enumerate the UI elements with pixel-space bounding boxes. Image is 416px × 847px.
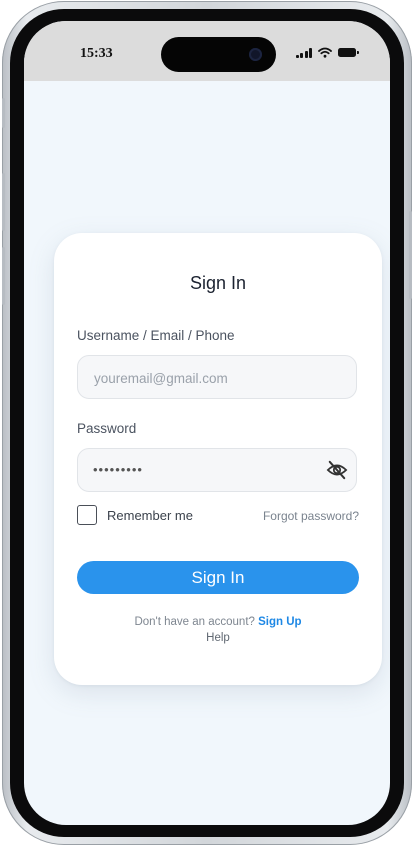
- sign-in-button[interactable]: Sign In: [77, 561, 359, 594]
- mute-switch: [2, 98, 5, 128]
- sign-up-link[interactable]: Sign Up: [258, 616, 301, 628]
- dynamic-island: [161, 37, 276, 72]
- signal-icon: [295, 47, 312, 58]
- status-bar: 15:33: [24, 21, 390, 81]
- forgot-password-link[interactable]: Forgot password?: [263, 509, 359, 523]
- help-link[interactable]: Help: [54, 632, 382, 644]
- wifi-icon: [318, 47, 332, 58]
- power-button: [409, 211, 412, 299]
- remember-row: Remember me Forgot password?: [77, 505, 359, 529]
- password-input[interactable]: •••••••••: [77, 448, 357, 492]
- password-value: •••••••••: [93, 462, 143, 477]
- remember-checkbox[interactable]: [77, 505, 97, 525]
- remember-label[interactable]: Remember me: [107, 508, 193, 523]
- battery-icon: [338, 48, 359, 57]
- login-card: Sign In Username / Email / Phone Passwor…: [54, 233, 382, 685]
- volume-up-button: [2, 173, 5, 231]
- username-input[interactable]: [92, 356, 336, 400]
- status-time: 15:33: [80, 46, 113, 61]
- card-title: Sign In: [189, 273, 247, 293]
- status-icons: [295, 47, 359, 58]
- camera-icon: [249, 48, 262, 61]
- volume-down-button: [2, 247, 5, 305]
- phone-bezel: 15:33 Sign In Username / Email / Phone y…: [10, 9, 404, 837]
- username-label: Username / Email / Phone: [77, 328, 235, 343]
- password-label: Password: [77, 421, 137, 436]
- username-field-box: [77, 355, 357, 400]
- eye-off-icon[interactable]: [326, 460, 348, 480]
- no-account-text: Don't have an account?: [134, 616, 259, 628]
- screen: 15:33 Sign In Username / Email / Phone y…: [24, 21, 390, 825]
- signup-prompt: Don't have an account? Sign Up: [54, 616, 382, 628]
- phone-frame: 15:33 Sign In Username / Email / Phone y…: [2, 1, 412, 845]
